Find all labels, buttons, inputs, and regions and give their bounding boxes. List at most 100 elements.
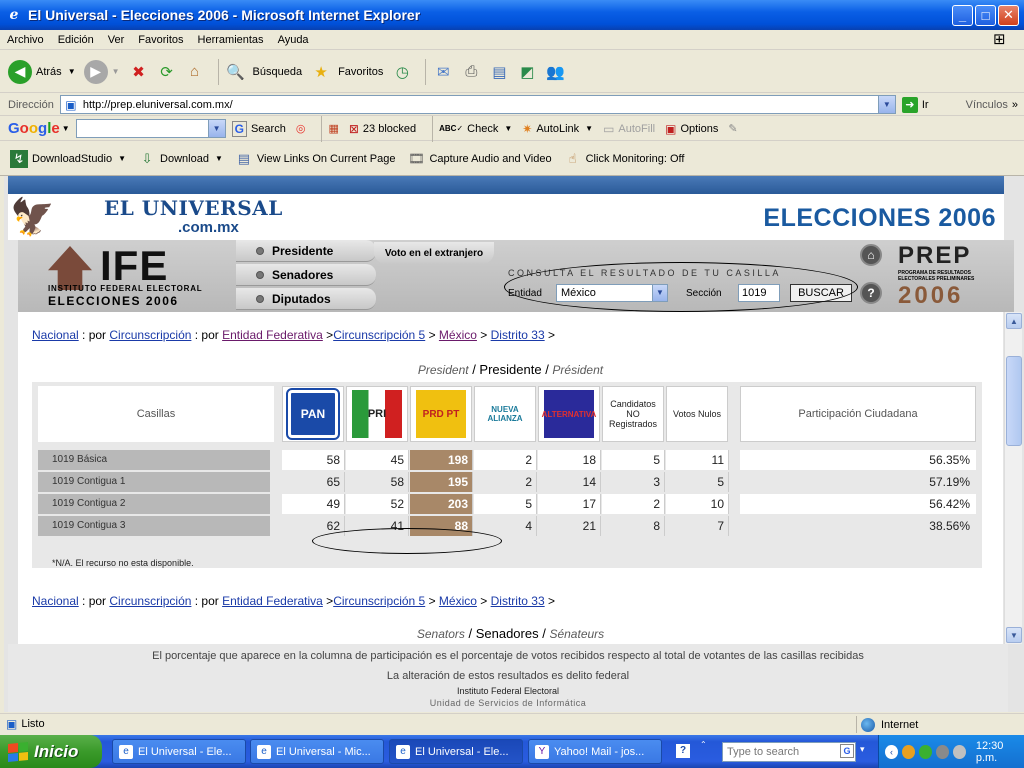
scroll-down-icon[interactable]: ▼ [1006, 627, 1022, 643]
spell-check-button[interactable]: ABC✓ Check ▼ [439, 123, 512, 135]
favorites-button[interactable]: ★ Favoritos [310, 61, 383, 83]
breadcrumb-circ5[interactable]: Circunscripción 5 [333, 594, 425, 608]
breadcrumb-circunscripcion[interactable]: Circunscripción [109, 328, 191, 342]
pagerank-icon[interactable]: ◎ [296, 122, 306, 135]
breadcrumb-nacional[interactable]: Nacional [32, 594, 79, 608]
menu-archivo[interactable]: Archivo [0, 34, 51, 46]
volume-icon[interactable] [952, 744, 966, 759]
home-icon[interactable]: ⌂ [184, 61, 206, 83]
forward-button[interactable]: ▶ ▼ [83, 59, 120, 84]
go-button[interactable]: ➜ Ir [901, 96, 929, 113]
title-spanish: Senadores [475, 626, 539, 641]
stop-icon[interactable]: ✖ [128, 61, 150, 83]
taskbar-item-active[interactable]: e El Universal - Ele... [389, 739, 523, 764]
links-label[interactable]: Vínculos [966, 99, 1008, 111]
breadcrumb-entidad[interactable]: Entidad Federativa [222, 594, 323, 608]
download-button[interactable]: ⇩ Download ▼ [138, 150, 223, 168]
google-search-button[interactable]: G Search [231, 120, 286, 137]
network-icon[interactable] [935, 744, 949, 759]
minimize-button[interactable]: _ [952, 4, 973, 26]
tray-arrow-icon[interactable]: ‹ [885, 744, 898, 759]
downloadstudio-dropdown-icon[interactable]: ▼ [118, 154, 126, 163]
autofill-button[interactable]: ▭ AutoFill [603, 122, 655, 136]
brand-subtitle[interactable]: .com.mx [178, 219, 239, 236]
options-button[interactable]: ▣ Options [665, 122, 718, 136]
scroll-thumb[interactable] [1006, 356, 1022, 446]
search-options-icon[interactable]: ▾ [860, 744, 865, 755]
download-icon: ⇩ [141, 150, 153, 166]
voto-extranjero-tab[interactable]: Voto en el extranjero [374, 242, 494, 264]
discuss-icon[interactable]: ◩ [516, 61, 538, 83]
search-button[interactable]: 🔍 Búsqueda [225, 61, 302, 83]
menu-edicion[interactable]: Edición [51, 34, 101, 46]
title-english: Senators [416, 627, 465, 641]
breadcrumb-mexico[interactable]: México [439, 594, 477, 608]
taskbar-item[interactable]: e El Universal - Mic... [250, 739, 384, 764]
menu-ayuda[interactable]: Ayuda [271, 34, 316, 46]
breadcrumb-distrito[interactable]: Distrito 33 [491, 328, 545, 342]
autolink-button[interactable]: ✷ AutoLink ▼ [522, 122, 593, 136]
table-note: *N/A. El recurso no esta disponible. [52, 558, 194, 568]
menu-favoritos[interactable]: Favoritos [131, 34, 190, 46]
breadcrumb-circ5[interactable]: Circunscripción 5 [333, 328, 425, 342]
check-dropdown-icon[interactable]: ▼ [504, 124, 512, 133]
view-links-button[interactable]: ▤ View Links On Current Page [235, 150, 396, 168]
party-pri: PRI [346, 386, 408, 442]
tab-diputados[interactable]: Diputados [236, 288, 376, 310]
downloadstudio-button[interactable]: ↯ DownloadStudio ▼ [10, 149, 126, 168]
capture-button[interactable]: 🎞 Capture Audio and Video [407, 150, 551, 168]
news-icon[interactable]: ▦ [328, 122, 338, 135]
address-input[interactable]: ▣ http://prep.eluniversal.com.mx/ ▼ [59, 95, 896, 114]
breadcrumb-nacional[interactable]: Nacional [32, 328, 79, 342]
back-button[interactable]: ◀ Atrás ▼ [8, 59, 76, 84]
messenger-icon[interactable]: 👥 [544, 61, 566, 83]
popup-blocker-button[interactable]: ⊠ 23 blocked [349, 122, 416, 136]
google-logo[interactable]: Google [8, 120, 60, 137]
menu-ver[interactable]: Ver [101, 34, 132, 46]
breadcrumb-sep: : por [191, 328, 223, 342]
brand-title[interactable]: EL UNIVERSAL [104, 196, 283, 220]
autolink-dropdown-icon[interactable]: ▼ [585, 124, 593, 133]
close-button[interactable]: ✕ [998, 4, 1019, 26]
highlight-pen-icon[interactable]: ✎ [728, 122, 737, 135]
help-icon[interactable]: ? [676, 744, 690, 758]
tab-senadores[interactable]: Senadores [236, 264, 376, 286]
menu-herramientas[interactable]: Herramientas [191, 34, 271, 46]
google-search-icon[interactable]: G [840, 744, 854, 758]
click-monitoring-button[interactable]: ☝ Click Monitoring: Off [564, 150, 685, 168]
breadcrumb-sep: > [425, 594, 439, 608]
maximize-button[interactable]: □ [975, 4, 996, 26]
print-icon[interactable]: ⎙ [460, 61, 482, 83]
forward-dropdown-icon[interactable]: ▼ [112, 67, 120, 76]
back-dropdown-icon[interactable]: ▼ [68, 67, 76, 76]
start-button[interactable]: Inicio [0, 735, 102, 768]
breadcrumb-entidad[interactable]: Entidad Federativa [222, 328, 323, 342]
tray-icon[interactable] [918, 744, 932, 759]
tray-icon[interactable] [901, 744, 915, 759]
desktop-search-input[interactable]: Type to search [722, 742, 856, 762]
google-search-input[interactable]: ▼ [75, 119, 226, 138]
address-dropdown-icon[interactable]: ▼ [877, 96, 895, 113]
breadcrumb-mexico[interactable]: México [439, 328, 477, 342]
google-dropdown-icon[interactable]: ▼ [62, 124, 70, 133]
help-icon[interactable]: ? [860, 282, 882, 304]
links-chevron-icon[interactable]: » [1012, 99, 1018, 111]
taskbar-item[interactable]: e El Universal - Ele... [112, 739, 246, 764]
taskbar-item[interactable]: Y Yahoo! Mail - jos... [528, 739, 662, 764]
google-search-dropdown-icon[interactable]: ▼ [207, 120, 225, 137]
breadcrumb-distrito[interactable]: Distrito 33 [491, 594, 545, 608]
refresh-icon[interactable]: ⟳ [156, 61, 178, 83]
home-icon[interactable]: ⌂ [860, 244, 882, 266]
page-scrollbar[interactable]: ▲ ▼ [1004, 312, 1022, 644]
history-icon[interactable]: ◷ [391, 61, 413, 83]
quicklaunch-chevron-icon[interactable]: ⌃ [700, 740, 707, 749]
download-dropdown-icon[interactable]: ▼ [215, 154, 223, 163]
toolbar-separator [432, 115, 434, 142]
tab-presidente[interactable]: Presidente [236, 240, 376, 262]
footer-unit: Unidad de Servicios de Informática [429, 698, 587, 708]
edit-icon[interactable]: ▤ [488, 61, 510, 83]
highlight-ellipse [504, 262, 858, 312]
breadcrumb-circunscripcion[interactable]: Circunscripción [109, 594, 191, 608]
scroll-up-icon[interactable]: ▲ [1006, 313, 1022, 329]
mail-icon[interactable]: ✉ [432, 61, 454, 83]
